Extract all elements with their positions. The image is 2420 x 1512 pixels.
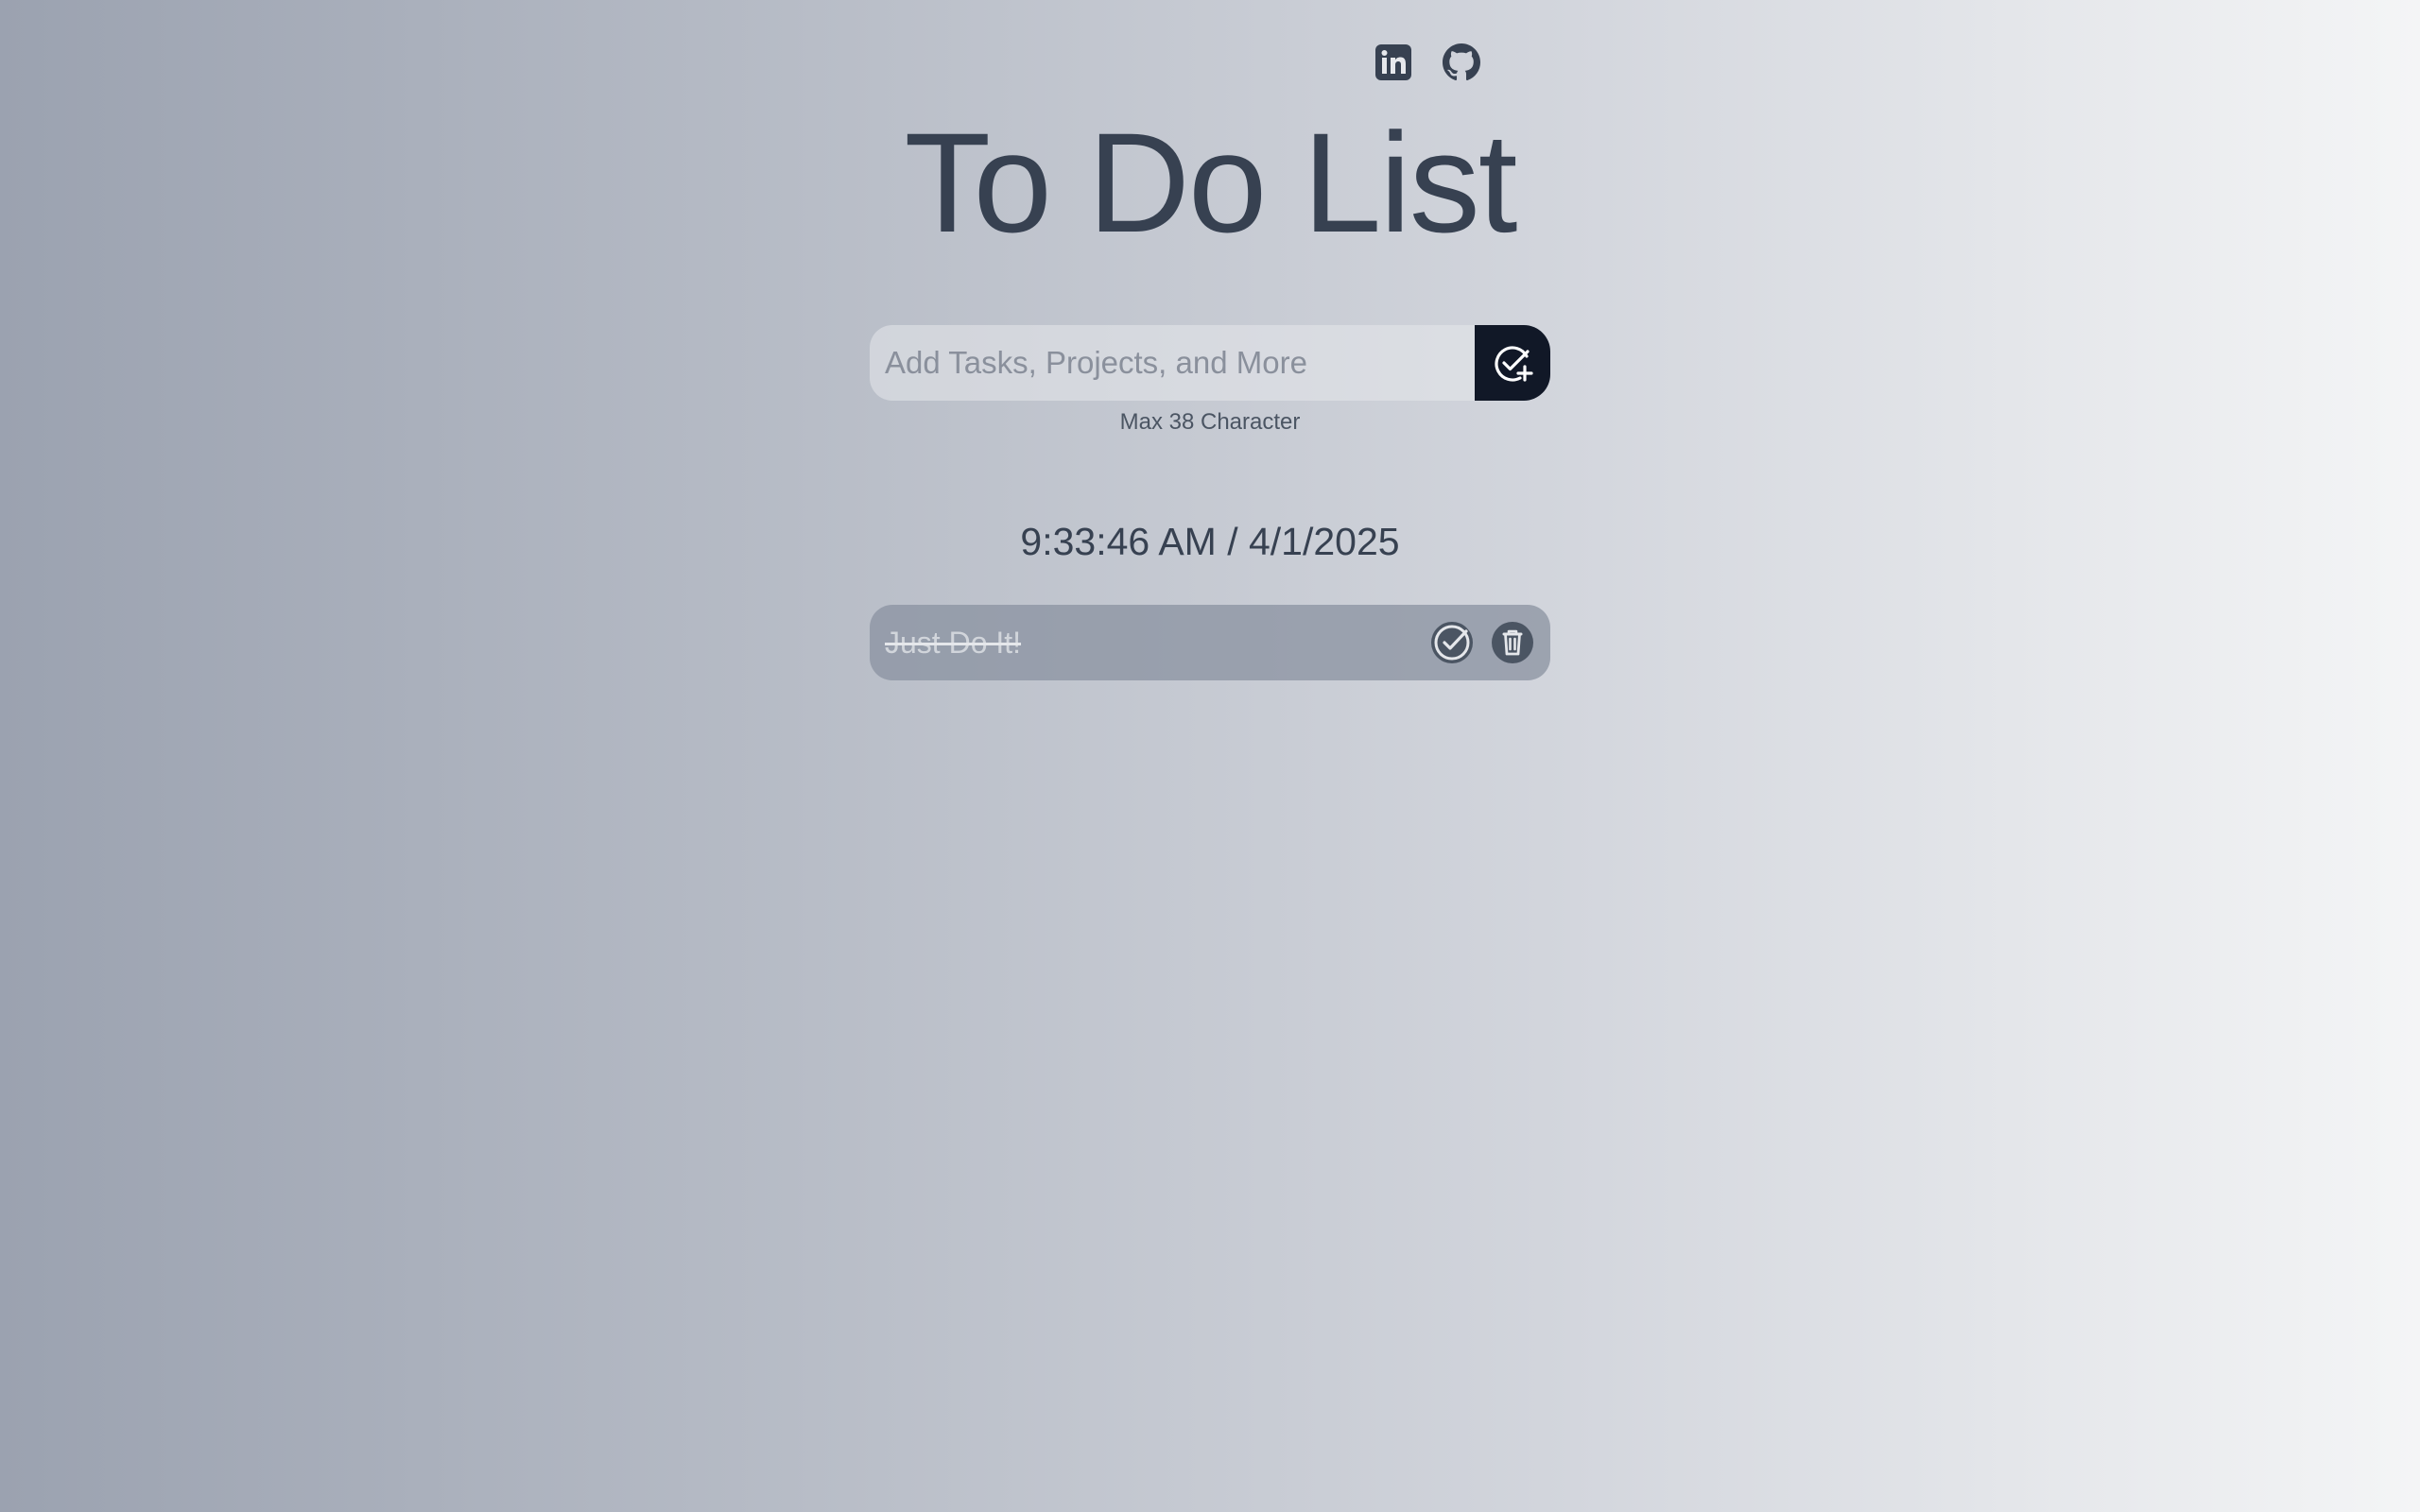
task-list: Just Do It! <box>870 605 1550 680</box>
linkedin-link[interactable] <box>1374 43 1412 81</box>
linkedin-icon <box>1375 44 1411 80</box>
task-item: Just Do It! <box>870 605 1550 680</box>
social-links <box>1374 43 1480 81</box>
add-task-button[interactable] <box>1475 325 1550 401</box>
page-title: To Do List <box>904 103 1518 262</box>
add-task-form <box>870 325 1550 401</box>
check-circle-icon <box>1431 622 1473 663</box>
check-circle-plus-icon <box>1495 346 1533 382</box>
github-icon <box>1443 43 1480 81</box>
task-input[interactable] <box>870 325 1475 401</box>
delete-task-button[interactable] <box>1490 620 1535 665</box>
task-text: Just Do It! <box>885 625 1022 660</box>
trash-icon <box>1492 622 1533 663</box>
clock-display: 9:33:46 AM / 4/1/2025 <box>1020 520 1400 563</box>
max-length-hint: Max 38 Character <box>1119 409 1301 435</box>
task-actions <box>1429 620 1535 665</box>
github-link[interactable] <box>1443 43 1480 81</box>
complete-task-button[interactable] <box>1429 620 1475 665</box>
